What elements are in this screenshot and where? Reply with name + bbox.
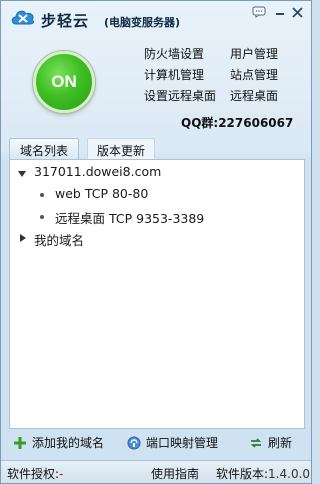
license-label: 软件授权: xyxy=(7,467,60,481)
remote-desktop-settings-link[interactable]: 设置远程桌面 xyxy=(144,87,216,104)
status-bar: 软件授权:- 使用指南 软件版本:1.4.0.0 xyxy=(1,460,311,483)
tab-version-update[interactable]: 版本更新 xyxy=(87,138,155,160)
computer-management-link[interactable]: 计算机管理 xyxy=(144,66,204,83)
site-management-link[interactable]: 站点管理 xyxy=(230,66,278,83)
tab-domain-list[interactable]: 域名列表 xyxy=(9,138,79,160)
tree-item-domain[interactable]: 317011.dowei8.com xyxy=(34,164,161,179)
refresh-label: 刷新 xyxy=(268,436,293,450)
tree-item-mapping[interactable]: 远程桌面 TCP 9353-3389 xyxy=(55,208,204,227)
bottom-toolbar: 添加我的域名 端口映射管理 刷新 xyxy=(9,431,305,455)
version-info: 软件版本:1.4.0.0 xyxy=(216,465,310,482)
add-domain-label: 添加我的域名 xyxy=(32,436,105,450)
add-domain-button[interactable]: 添加我的域名 xyxy=(13,434,104,451)
tree-item-mapping[interactable]: web TCP 80-80 xyxy=(55,186,148,201)
version-value: 1.4.0.0 xyxy=(268,467,311,481)
firewall-settings-link[interactable]: 防火墙设置 xyxy=(144,45,204,62)
user-management-link[interactable]: 用户管理 xyxy=(230,45,278,62)
expand-right-icon[interactable] xyxy=(20,234,26,242)
bullet-icon xyxy=(40,193,44,197)
version-label: 软件版本: xyxy=(216,467,269,481)
app-title: 步轻云 xyxy=(41,12,90,30)
user-guide-link[interactable]: 使用指南 xyxy=(151,465,199,482)
license-value: - xyxy=(59,467,64,481)
bullet-icon xyxy=(40,215,44,219)
expand-down-icon[interactable] xyxy=(18,171,26,177)
qq-group-label: QQ群:227606067 xyxy=(181,116,294,130)
main-window: 步轻云 (电脑变服务器) ON 防火墙设置 用户管理 计算机管理 站点管理 设置… xyxy=(0,0,312,484)
tree-item-my-domains[interactable]: 我的域名 xyxy=(34,230,84,249)
plus-icon xyxy=(14,436,26,449)
power-status-label: ON xyxy=(51,72,77,91)
port-mapping-label: 端口映射管理 xyxy=(146,436,219,450)
refresh-button[interactable]: 刷新 xyxy=(249,434,292,451)
remote-desktop-link[interactable]: 远程桌面 xyxy=(230,87,278,104)
domain-tree-panel: 317011.dowei8.com web TCP 80-80 远程桌面 TCP… xyxy=(9,159,305,429)
power-toggle-button[interactable]: ON xyxy=(33,51,95,113)
port-mapping-button[interactable]: 端口映射管理 xyxy=(127,434,218,451)
port-mapping-icon xyxy=(127,436,141,449)
refresh-icon xyxy=(250,437,262,448)
close-icon[interactable] xyxy=(284,2,310,22)
app-subtitle: (电脑变服务器) xyxy=(104,16,181,29)
title-bar[interactable]: 步轻云 (电脑变服务器) xyxy=(1,1,311,35)
license-status: 软件授权:- xyxy=(7,465,63,482)
cloud-logo-icon xyxy=(10,6,36,28)
